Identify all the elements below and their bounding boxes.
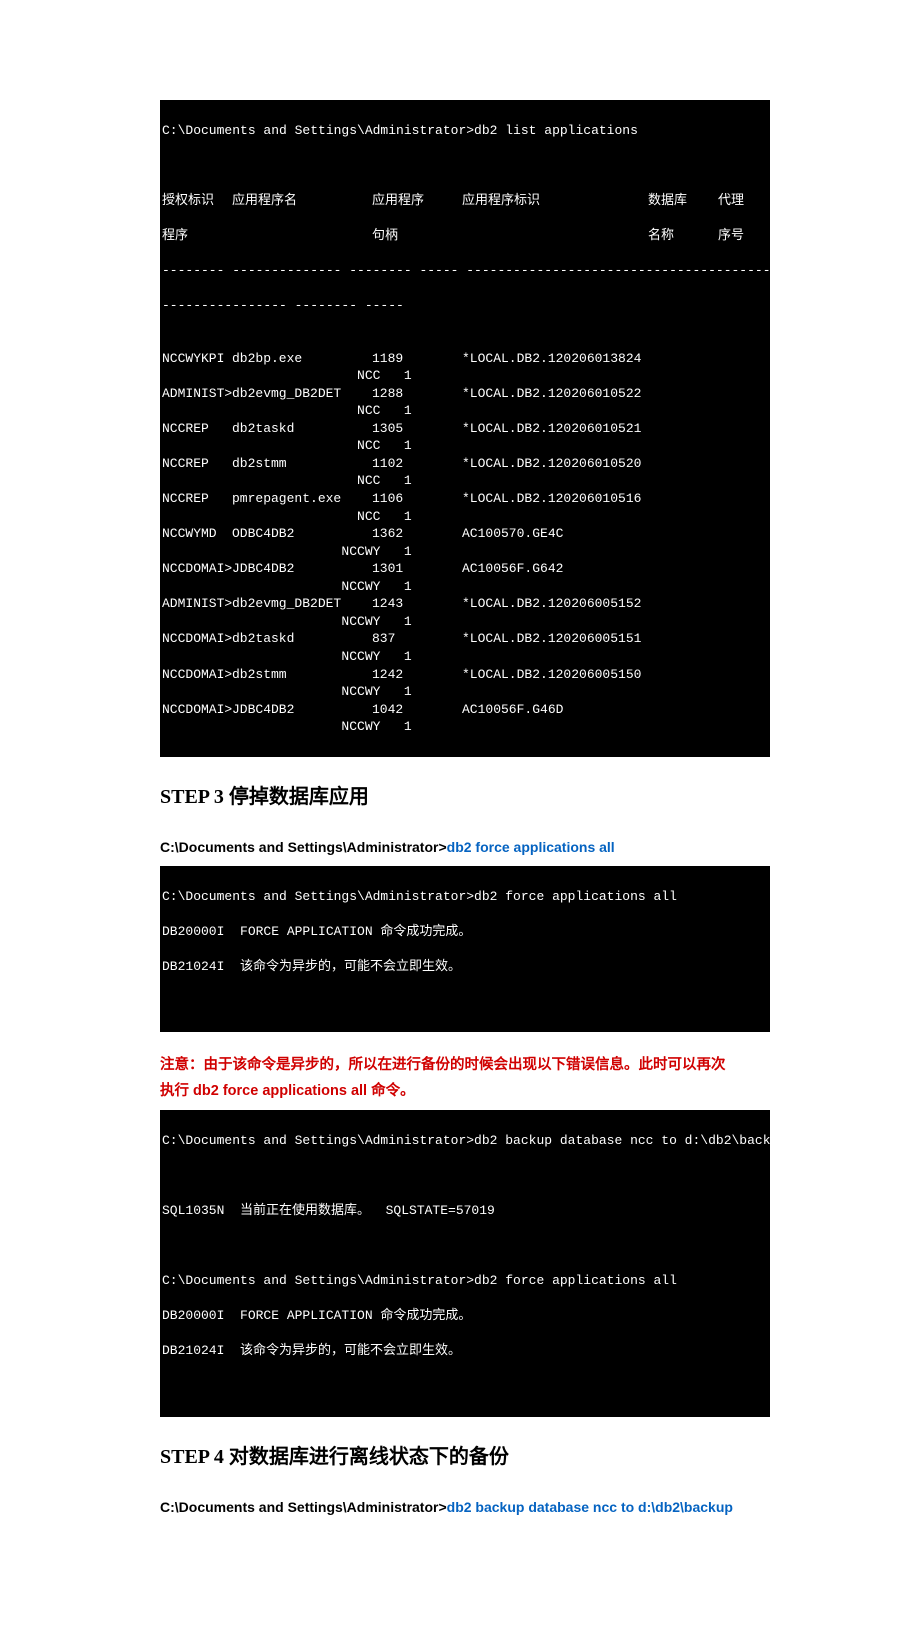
step4-heading: STEP 4 对数据库进行离线状态下的备份	[160, 1442, 770, 1472]
table-row-sub: NCCWY 1	[162, 578, 768, 596]
terminal-list-applications: C:\Documents and Settings\Administrator>…	[160, 100, 770, 757]
table-row-sub: NCCWY 1	[162, 543, 768, 561]
table-row-sub: NCCWY 1	[162, 648, 768, 666]
terminal-line: DB21024I 该命令为异步的，可能不会立即生效。	[162, 958, 768, 976]
step4-prompt-text: C:\Documents and Settings\Administrator>	[160, 1499, 447, 1515]
table-row-sub: NCC 1	[162, 367, 768, 385]
table-row: NCCDOMAI>JDBC4DB2 1301AC10056F.G642	[162, 560, 768, 578]
terminal-rule: -------- -------------- -------- ----- -…	[162, 262, 768, 280]
step3-heading: STEP 3 停掉数据库应用	[160, 782, 770, 812]
terminal-force-applications: C:\Documents and Settings\Administrator>…	[160, 866, 770, 1032]
table-row: NCCREP pmrepagent.exe 1106*LOCAL.DB2.120…	[162, 490, 768, 508]
warning-note: 注意：由于该命令是异步的，所以在进行备份的时候会出现以下错误信息。此时可以再次 …	[160, 1052, 770, 1104]
table-row-sub: NCC 1	[162, 402, 768, 420]
terminal-line: SQL1035N 当前正在使用数据库。 SQLSTATE=57019	[162, 1202, 768, 1220]
step3-cmd-text: db2 force applications all	[447, 839, 615, 855]
step4-command-line: C:\Documents and Settings\Administrator>…	[160, 1497, 770, 1518]
terminal-header-row2: 程序句柄名称序号	[162, 227, 768, 245]
table-row: NCCREP db2stmm 1102*LOCAL.DB2.1202060105…	[162, 455, 768, 473]
warning-line1: 注意：由于该命令是异步的，所以在进行备份的时候会出现以下错误信息。此时可以再次	[160, 1052, 770, 1078]
table-row: ADMINIST>db2evmg_DB2DET 1243*LOCAL.DB2.1…	[162, 595, 768, 613]
terminal-line: C:\Documents and Settings\Administrator>…	[162, 1272, 768, 1290]
table-row: ADMINIST>db2evmg_DB2DET 1288*LOCAL.DB2.1…	[162, 385, 768, 403]
table-row: NCCDOMAI>db2taskd 837 *LOCAL.DB2.1202060…	[162, 630, 768, 648]
terminal-line: C:\Documents and Settings\Administrator>…	[162, 1132, 768, 1150]
table-row-sub: NCC 1	[162, 472, 768, 490]
terminal-line: DB20000I FORCE APPLICATION 命令成功完成。	[162, 1307, 768, 1325]
step3-prompt-text: C:\Documents and Settings\Administrator>	[160, 839, 447, 855]
table-row: NCCWYKPI db2bp.exe 1189*LOCAL.DB2.120206…	[162, 350, 768, 368]
table-row: NCCREP db2taskd 1305*LOCAL.DB2.120206010…	[162, 420, 768, 438]
warning-line2: 执行 db2 force applications all 命令。	[160, 1078, 770, 1104]
step4-cmd-text: db2 backup database ncc to d:\db2\backup	[447, 1499, 733, 1515]
table-row-sub: NCCWY 1	[162, 683, 768, 701]
table-row-sub: NCC 1	[162, 508, 768, 526]
terminal-line: DB21024I 该命令为异步的，可能不会立即生效。	[162, 1342, 768, 1360]
terminal-rule: ---------------- -------- -----	[162, 297, 768, 315]
table-row-sub: NCCWY 1	[162, 613, 768, 631]
terminal-prompt: C:\Documents and Settings\Administrator>…	[162, 122, 768, 140]
terminal-header-row1: 授权标识应用程序名应用程序应用程序标识数据库代理	[162, 192, 768, 210]
terminal-line: C:\Documents and Settings\Administrator>…	[162, 888, 768, 906]
table-row: NCCDOMAI>db2stmm 1242*LOCAL.DB2.12020600…	[162, 666, 768, 684]
step3-command-line: C:\Documents and Settings\Administrator>…	[160, 837, 770, 858]
table-row-sub: NCCWY 1	[162, 718, 768, 736]
terminal-line: DB20000I FORCE APPLICATION 命令成功完成。	[162, 923, 768, 941]
table-row: NCCDOMAI>JDBC4DB2 1042AC10056F.G46D	[162, 701, 768, 719]
terminal-backup-error: C:\Documents and Settings\Administrator>…	[160, 1110, 770, 1416]
table-row: NCCWYMD ODBC4DB2 1362AC100570.GE4C	[162, 525, 768, 543]
table-row-sub: NCC 1	[162, 437, 768, 455]
